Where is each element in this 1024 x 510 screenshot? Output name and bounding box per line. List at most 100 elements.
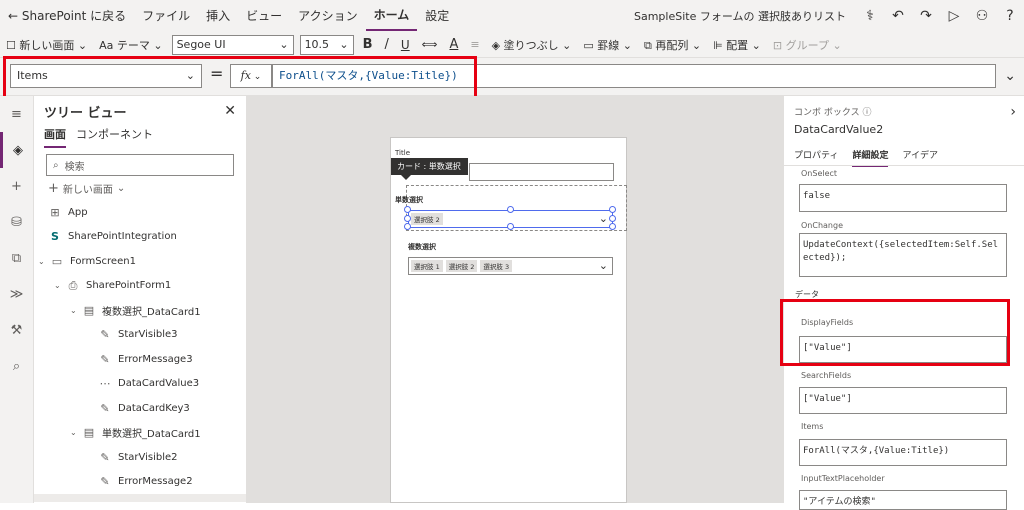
chevron-right-icon[interactable]: ›	[1010, 104, 1016, 120]
property-select[interactable]: Items ⌄	[10, 64, 202, 88]
menu-bar: ← SharePoint に戻る ファイル 挿入 ビュー アクション ホーム 設…	[0, 0, 1024, 32]
menu-file[interactable]: ファイル	[134, 0, 198, 32]
chevron-down-icon[interactable]: ⌄	[599, 259, 608, 272]
underline-button[interactable]: U	[395, 38, 416, 52]
insert-plus-icon[interactable]: +	[0, 168, 33, 204]
placeholder-label: InputTextPlaceholder	[801, 474, 885, 483]
help-circle-icon[interactable]: ⓘ	[862, 108, 871, 118]
theme-button[interactable]: Aa テーマ ⌄	[93, 37, 168, 53]
resize-handle[interactable]	[609, 223, 616, 230]
panel-divider	[784, 165, 1024, 166]
group-button[interactable]: ⊡ グループ ⌄	[767, 37, 848, 53]
form-preview: Title 単数選択 選択肢 2 ⌄ 複数選択 選択肢 1 選択肢 2 選択肢 3 …	[390, 137, 627, 503]
chevron-down-icon[interactable]: ⌄	[70, 306, 82, 315]
resize-handle[interactable]	[609, 206, 616, 213]
formula-input[interactable]: ForAll(マスタ,{Value:Title})	[272, 64, 996, 88]
tree-node[interactable]: ⌄ ▭ FormScreen1	[34, 249, 246, 274]
tree-node[interactable]: ✎ DataCardKey3	[34, 396, 246, 421]
tree-node[interactable]: ⋯ DataCardValue3	[34, 372, 246, 397]
searchfields-input[interactable]: ["Value"]	[799, 387, 1007, 414]
ribbon-toolbar: ☐ 新しい画面 ⌄ Aa テーマ ⌄ Segoe UI ⌄ 10.5 ⌄ B / U…	[0, 32, 1024, 58]
font-select[interactable]: Segoe UI ⌄	[171, 34, 294, 55]
border-button[interactable]: ▭ 罫線 ⌄	[577, 37, 638, 53]
back-to-sharepoint-link[interactable]: ← SharePoint に戻る	[0, 0, 134, 32]
text-align-icon[interactable]: ≡	[464, 38, 485, 51]
align-button[interactable]: ⊫ 配置 ⌄	[707, 37, 767, 53]
tree-node[interactable]: ✎ StarVisible2	[34, 445, 246, 470]
menu-insert[interactable]: 挿入	[198, 0, 238, 32]
chevron-down-icon[interactable]: ⌄	[38, 257, 50, 266]
play-icon[interactable]: ▷	[940, 8, 968, 24]
media-icon[interactable]: ⧉	[0, 240, 33, 276]
fx-button[interactable]: fx ⌄	[230, 64, 272, 88]
advanced-tools-icon[interactable]: ⚒	[0, 312, 33, 348]
tree-node[interactable]: ⌄ ▤ 複数選択_DataCard1	[34, 298, 246, 323]
multi-select-combobox[interactable]: 選択肢 1 選択肢 2 選択肢 3 ⌄	[408, 257, 613, 275]
items-input[interactable]: ForAll(マスタ,{Value:Title})	[799, 439, 1007, 466]
onchange-input[interactable]: UpdateContext({selectedItem:Self.Selecte…	[799, 233, 1007, 277]
tree-view-icon[interactable]: ◈	[0, 132, 33, 168]
resize-handle[interactable]	[404, 206, 411, 213]
hamburger-menu-icon[interactable]: ≡	[0, 96, 33, 132]
italic-button[interactable]: /	[378, 37, 394, 52]
data-cylinder-icon[interactable]: ⛁	[0, 204, 33, 240]
tree-node[interactable]: ⌄ ▤ 単数選択_DataCard1	[34, 421, 246, 446]
theme-label: テーマ	[116, 38, 150, 52]
power-automate-icon[interactable]: ≫	[0, 276, 33, 312]
tree-node[interactable]: ✎ ErrorMessage2	[34, 470, 246, 495]
chevron-down-icon[interactable]: ⌄	[599, 212, 608, 225]
edit-icon: ✎	[100, 450, 110, 464]
chevron-down-icon: ⌄	[116, 182, 126, 194]
tree-search-input[interactable]: ⌕ 検索	[46, 154, 234, 176]
placeholder-input[interactable]: "アイテムの検索"	[799, 490, 1007, 510]
new-screen-label: 新しい画面	[62, 184, 113, 196]
undo-icon[interactable]: ↶	[884, 8, 912, 24]
font-size-select[interactable]: 10.5 ⌄	[299, 34, 354, 55]
multi-select-label: 複数選択	[408, 243, 436, 251]
chevron-down-icon[interactable]: ⌄	[70, 428, 82, 437]
redo-icon[interactable]: ↷	[912, 8, 940, 24]
tree-node[interactable]: ✎ StarVisible3	[34, 323, 246, 348]
tab-components[interactable]: コンポーネント	[76, 126, 153, 148]
menu-settings[interactable]: 設定	[417, 0, 457, 32]
close-icon[interactable]: ✕	[224, 103, 236, 119]
onselect-input[interactable]: false	[799, 184, 1007, 212]
app-icon: ⊞	[50, 205, 60, 219]
tree-new-screen-button[interactable]: + 新しい画面 ⌄	[34, 176, 246, 200]
selected-chip: 選択肢 2	[411, 213, 443, 225]
menu-action[interactable]: アクション	[290, 0, 365, 32]
search-icon[interactable]: ⌕	[0, 348, 33, 384]
menu-home[interactable]: ホーム	[365, 1, 418, 31]
node-label: FormScreen1	[70, 255, 136, 267]
font-color-button[interactable]: A	[443, 37, 464, 52]
new-screen-button[interactable]: ☐ 新しい画面 ⌄	[0, 37, 93, 53]
tree-node-selected-partial[interactable]	[34, 494, 246, 502]
tab-screens[interactable]: 画面	[44, 126, 66, 148]
tree-node[interactable]: ⌄ ⎙ SharePointForm1	[34, 274, 246, 299]
displayfields-label: DisplayFields	[801, 318, 854, 327]
expand-formula-icon[interactable]: ⌄	[1004, 68, 1016, 84]
share-user-icon[interactable]: ⚇	[968, 8, 996, 24]
node-label: ErrorMessage2	[118, 476, 193, 488]
displayfields-input[interactable]: ["Value"]	[799, 336, 1007, 363]
bold-button[interactable]: B	[357, 37, 379, 52]
resize-handle[interactable]	[404, 223, 411, 230]
resize-handle[interactable]	[507, 223, 514, 230]
strikethrough-button[interactable]: ⟺	[416, 38, 444, 51]
resize-handle[interactable]	[404, 215, 411, 222]
fill-button[interactable]: ◈ 塗りつぶし ⌄	[486, 37, 578, 53]
edit-icon: ✎	[100, 328, 110, 342]
tree-node[interactable]: ✎ ErrorMessage3	[34, 347, 246, 372]
node-label: StarVisible3	[118, 329, 178, 341]
tree-node[interactable]: S SharePointIntegration	[34, 225, 246, 250]
font-value: Segoe UI	[176, 37, 226, 51]
app-checker-icon[interactable]: ⚕	[856, 8, 884, 24]
menu-view[interactable]: ビュー	[238, 0, 290, 32]
reorder-button[interactable]: ⧉ 再配列 ⌄	[638, 37, 707, 53]
tree-node[interactable]: ⊞ App	[34, 200, 246, 225]
help-icon[interactable]: ?	[996, 8, 1024, 24]
resize-handle[interactable]	[507, 206, 514, 213]
title-input[interactable]	[469, 163, 614, 181]
resize-handle[interactable]	[609, 215, 616, 222]
chevron-down-icon[interactable]: ⌄	[54, 281, 66, 290]
